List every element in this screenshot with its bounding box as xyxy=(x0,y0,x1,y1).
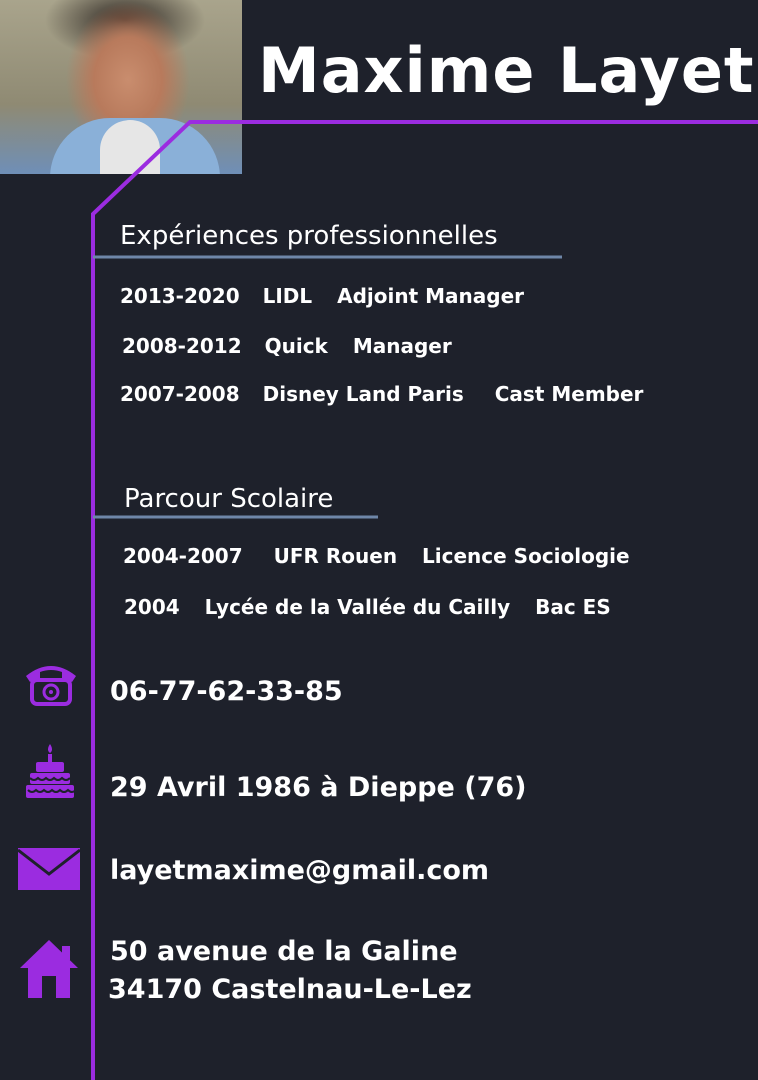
education-school: Lycée de la Vallée du Cailly xyxy=(204,595,511,619)
experience-title: Expériences professionnelles xyxy=(120,221,498,251)
experience-role: Cast Member xyxy=(494,382,644,406)
experience-years: 2007-2008 xyxy=(120,382,240,406)
education-item: 2004 Lycée de la Vallée du Cailly Bac ES xyxy=(124,595,611,619)
education-degree: Bac ES xyxy=(535,595,611,619)
experience-years: 2013-2020 xyxy=(120,284,240,308)
education-title: Parcour Scolaire xyxy=(124,484,334,514)
house-icon xyxy=(20,940,78,998)
address-line-1: 50 avenue de la Galine xyxy=(110,936,458,967)
phone-icon xyxy=(26,666,76,706)
education-school: UFR Rouen xyxy=(273,544,398,568)
address-line-2: 34170 Castelnau-Le-Lez xyxy=(108,974,472,1005)
experience-item: 2008-2012 Quick Manager xyxy=(122,334,452,358)
education-years: 2004-2007 xyxy=(123,544,243,568)
experience-company: Quick xyxy=(264,334,328,358)
birth-info: 29 Avril 1986 à Dieppe (76) xyxy=(110,772,527,803)
experience-company: LIDL xyxy=(262,284,313,308)
experience-role: Manager xyxy=(352,334,452,358)
experience-years: 2008-2012 xyxy=(122,334,242,358)
decorative-frame xyxy=(91,120,758,1080)
education-degree: Licence Sociologie xyxy=(422,544,630,568)
experience-item: 2007-2008 Disney Land Paris Cast Member xyxy=(120,382,643,406)
full-name: Maxime Layet xyxy=(258,34,755,107)
education-item: 2004-2007 UFR Rouen Licence Sociologie xyxy=(123,544,630,568)
education-years: 2004 xyxy=(124,595,180,619)
phone-number: 06-77-62-33-85 xyxy=(110,676,343,707)
envelope-icon xyxy=(18,848,80,890)
experience-company: Disney Land Paris xyxy=(262,382,464,406)
birthday-cake-icon xyxy=(26,744,76,798)
experience-item: 2013-2020 LIDL Adjoint Manager xyxy=(120,284,524,308)
experience-role: Adjoint Manager xyxy=(337,284,524,308)
email-address: layetmaxime@gmail.com xyxy=(110,855,490,886)
